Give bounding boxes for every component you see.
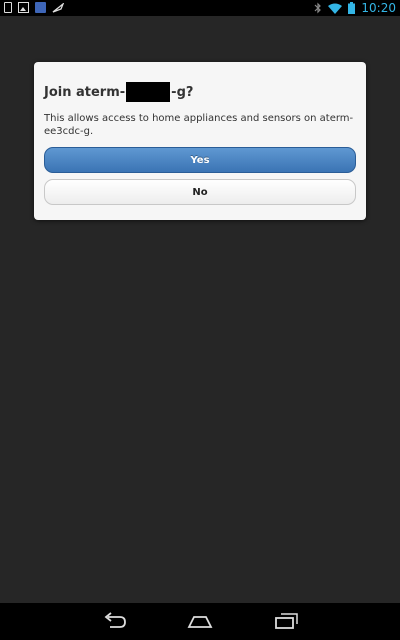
dialog-title-suffix: -g?	[171, 84, 194, 100]
no-button-label: No	[192, 186, 208, 198]
dialog-message: This allows access to home appliances an…	[44, 113, 354, 137]
wifi-icon	[328, 3, 343, 14]
system-indicators: 10:20	[314, 1, 396, 15]
status-bar: 10:20	[0, 0, 400, 16]
feather-icon	[52, 2, 64, 13]
sim-card-icon	[4, 2, 12, 13]
redacted-text	[126, 82, 171, 102]
clock: 10:20	[361, 1, 396, 15]
navigation-bar	[0, 603, 400, 640]
gallery-icon	[18, 2, 29, 13]
app-notification-icon	[35, 2, 46, 13]
battery-icon	[348, 2, 356, 14]
notification-icons	[4, 2, 64, 13]
back-icon[interactable]	[100, 611, 128, 631]
join-network-dialog: Join aterm- -g? This allows access to ho…	[34, 62, 366, 220]
yes-button[interactable]: Yes	[44, 147, 356, 173]
screen: 10:20 Join aterm- -g? This allows access…	[0, 0, 400, 640]
bluetooth-muted-icon	[314, 2, 322, 14]
dialog-title: Join aterm- -g?	[44, 82, 193, 102]
app-background: Join aterm- -g? This allows access to ho…	[0, 16, 400, 603]
yes-button-label: Yes	[190, 154, 210, 166]
home-icon[interactable]	[186, 611, 214, 631]
recent-apps-icon[interactable]	[272, 611, 300, 631]
no-button[interactable]: No	[44, 179, 356, 205]
dialog-title-prefix: Join aterm-	[44, 84, 126, 100]
